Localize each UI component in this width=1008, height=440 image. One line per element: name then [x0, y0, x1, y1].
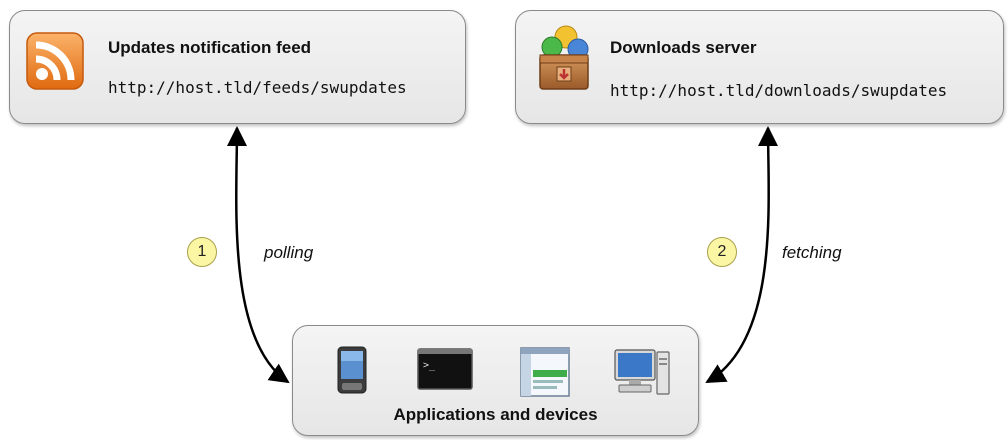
apps-title: Applications and devices — [393, 405, 598, 424]
step-badge-2: 2 — [707, 237, 737, 267]
downloads-node: Downloads server http://host.tld/downloa… — [515, 10, 1004, 124]
apps-node: >_ Applications and devices — [292, 325, 699, 436]
feed-url: http://host.tld/feeds/swupdates — [108, 78, 407, 97]
application-window-icon — [520, 347, 570, 397]
edge-label-fetching: fetching — [782, 243, 842, 262]
downloads-title: Downloads server — [610, 38, 757, 57]
step-badge-1: 1 — [187, 237, 217, 267]
edge-label-polling: polling — [264, 243, 314, 262]
feed-node: Updates notification feed http://host.tl… — [9, 10, 466, 124]
downloads-url: http://host.tld/downloads/swupdates — [610, 81, 948, 100]
feed-title: Updates notification feed — [108, 38, 312, 57]
svg-text:>_: >_ — [423, 360, 436, 371]
mobile-device-icon — [337, 346, 367, 394]
terminal-icon: >_ — [417, 348, 473, 390]
desktop-computer-icon — [614, 349, 670, 395]
rss-feed-icon — [26, 32, 84, 90]
package-box-icon — [539, 25, 589, 90]
